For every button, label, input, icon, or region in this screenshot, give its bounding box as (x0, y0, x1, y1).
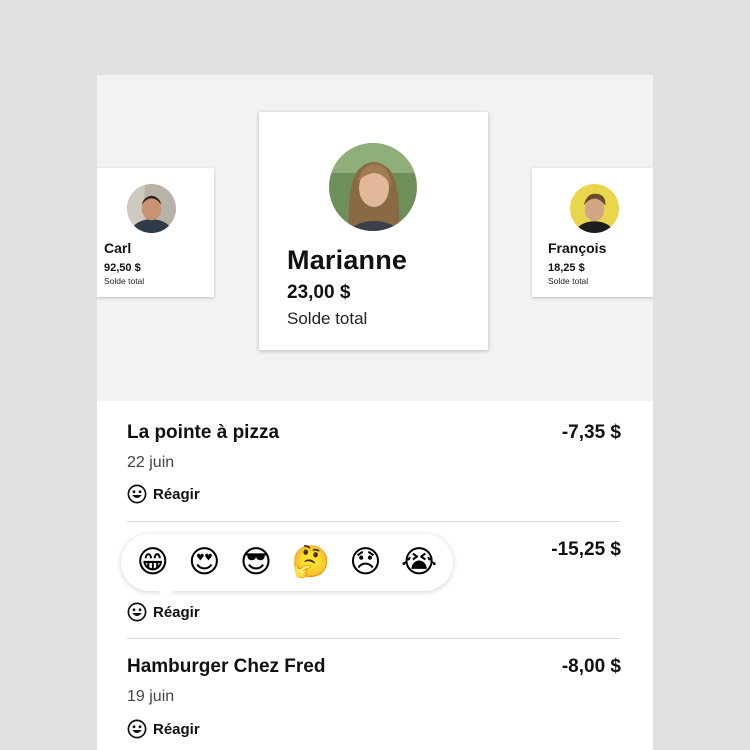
smiley-icon (127, 484, 147, 504)
app-screen: Carl 92,50 $ Solde total Marianne 23,00 … (97, 75, 653, 750)
avatar (570, 184, 619, 233)
balance-card-carl[interactable]: Carl 92,50 $ Solde total (97, 168, 214, 297)
balance-label: Solde total (104, 276, 145, 286)
contact-name: François (548, 240, 607, 256)
divider (127, 521, 621, 522)
smiley-icon (127, 602, 147, 622)
react-button[interactable]: Réagir (127, 484, 200, 504)
contact-name: Carl (104, 240, 132, 256)
react-label: Réagir (153, 603, 200, 621)
divider (127, 638, 621, 639)
balance-label: Solde total (548, 276, 589, 286)
transaction-item: Hamburger Chez Fred -8,00 $ 19 juin Réag… (127, 654, 621, 750)
transaction-title: La pointe à pizza (127, 422, 280, 443)
balance-carousel[interactable]: Carl 92,50 $ Solde total Marianne 23,00 … (97, 75, 653, 401)
balance-card-francois[interactable]: François 18,25 $ Solde total (532, 168, 653, 297)
emoji-grin[interactable]: 😁 (137, 547, 169, 578)
react-label: Réagir (153, 720, 200, 738)
balance-amount: 23,00 $ (287, 282, 351, 303)
emoji-disappointed[interactable]: 😞 (349, 547, 381, 578)
reaction-picker: 😁 😍 😎 🤔 😞 😭 (121, 534, 453, 599)
avatar (127, 184, 176, 233)
transaction-title: Hamburger Chez Fred (127, 656, 326, 677)
transaction-date: 19 juin (127, 688, 175, 705)
contact-name: Marianne (287, 245, 408, 275)
balance-label: Solde total (287, 309, 368, 328)
transaction-amount: -7,35 $ (561, 422, 621, 443)
emoji-heart-eyes[interactable]: 😍 (188, 547, 220, 578)
emoji-crying[interactable]: 😭 (401, 547, 437, 578)
react-label: Réagir (153, 485, 200, 503)
balance-amount: 18,25 $ (548, 262, 585, 274)
avatar (329, 143, 417, 231)
smiley-icon (127, 719, 147, 739)
emoji-thinking[interactable]: 🤔 (292, 547, 331, 578)
transaction-amount: -15,25 $ (551, 539, 621, 560)
balance-amount: 92,50 $ (104, 262, 141, 274)
react-button[interactable]: Réagir (127, 602, 200, 622)
transaction-amount: -8,00 $ (561, 656, 621, 677)
react-button[interactable]: Réagir (127, 719, 200, 739)
balance-card-marianne[interactable]: Marianne 23,00 $ Solde total (259, 112, 488, 350)
emoji-sunglasses[interactable]: 😎 (240, 547, 272, 578)
transaction-item: La pointe à pizza -7,35 $ 22 juin Réagir (127, 420, 621, 520)
transaction-date: 22 juin (127, 454, 175, 471)
